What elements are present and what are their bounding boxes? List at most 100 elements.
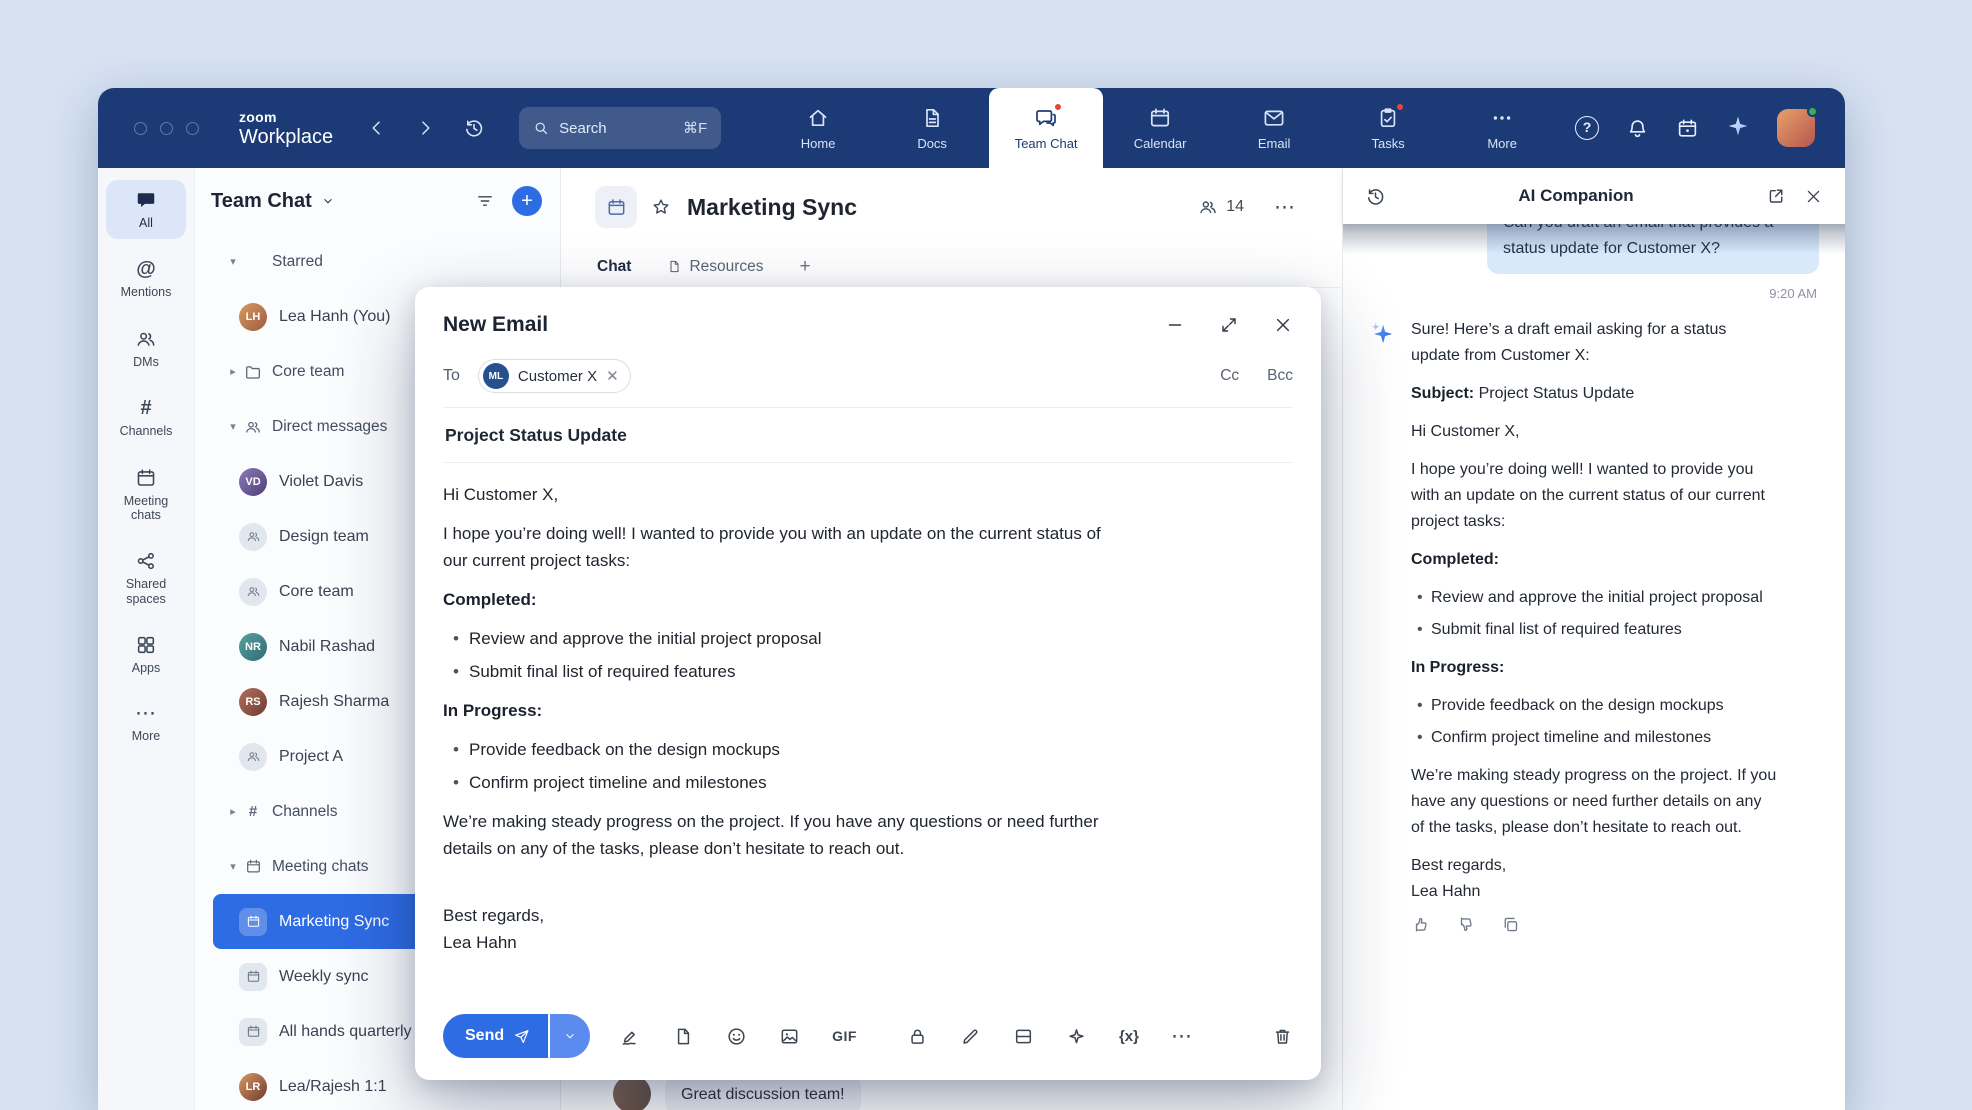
nav-label: Email	[1258, 136, 1291, 151]
traffic-light-close-button[interactable]	[134, 122, 147, 135]
gif-button[interactable]: GIF	[832, 1028, 857, 1044]
tab-docs[interactable]: Docs	[875, 88, 989, 168]
traffic-light-fullscreen-button[interactable]	[186, 122, 199, 135]
image-icon	[779, 1026, 800, 1047]
calendar-icon	[246, 969, 261, 984]
rail-item-meeting-chats[interactable]: Meeting chats	[106, 458, 186, 532]
rail-label: All	[139, 216, 153, 230]
tab-chat[interactable]: Chat	[597, 258, 631, 276]
back-button[interactable]	[367, 118, 387, 138]
page-title: Marketing Sync	[687, 194, 857, 221]
subject-input[interactable]: Project Status Update	[443, 408, 1293, 462]
close-button[interactable]	[1273, 315, 1293, 335]
email-signoff: Best regards,Lea Hahn	[443, 902, 1103, 956]
ai-companion-button[interactable]	[1726, 114, 1750, 143]
forward-button[interactable]	[415, 118, 435, 138]
tab-calendar[interactable]: Calendar	[1103, 88, 1217, 168]
recipient-chip[interactable]: ML Customer X ✕	[478, 359, 631, 393]
thumbs-up-icon	[1411, 915, 1430, 934]
group-avatar	[239, 578, 267, 606]
rail-item-mentions[interactable]: @ Mentions	[106, 249, 186, 308]
send-options-button[interactable]	[550, 1014, 590, 1058]
tab-email[interactable]: Email	[1217, 88, 1331, 168]
help-button[interactable]: ?	[1575, 116, 1599, 140]
chat-item-label: Rajesh Sharma	[279, 693, 389, 711]
ai-companion-panel: AI Companion Can you draft an email that…	[1342, 168, 1845, 1110]
response-in-progress-label: In Progress:	[1411, 655, 1779, 681]
user-prompt-bubble: Can you draft an email that provides a s…	[1487, 224, 1819, 274]
sidebar-title-dropdown[interactable]: Team Chat	[211, 190, 335, 213]
avatar: NR	[239, 633, 267, 661]
star-button[interactable]	[651, 197, 671, 217]
traffic-light-minimize-button[interactable]	[160, 122, 173, 135]
tab-more[interactable]: More	[1445, 88, 1559, 168]
tab-home[interactable]: Home	[761, 88, 875, 168]
encrypt-button[interactable]	[907, 1026, 928, 1047]
signature-button[interactable]	[620, 1026, 641, 1047]
copy-button[interactable]	[1501, 915, 1520, 934]
ellipsis-icon: ⋯	[135, 703, 157, 724]
discard-button[interactable]	[1272, 1026, 1293, 1047]
thumbs-up-button[interactable]	[1411, 915, 1430, 934]
rail-item-more[interactable]: ⋯ More	[106, 694, 186, 752]
calendar-icon	[245, 858, 262, 875]
close-panel-button[interactable]	[1804, 187, 1823, 206]
edit-button[interactable]	[960, 1026, 981, 1047]
remove-recipient-button[interactable]: ✕	[606, 367, 619, 385]
tab-add-button[interactable]: +	[800, 256, 811, 278]
new-chat-button[interactable]: +	[512, 186, 542, 216]
bullet-item: Review and approve the initial project p…	[451, 625, 1111, 652]
recipient-name: Customer X	[518, 368, 597, 385]
members-button[interactable]: 14	[1198, 197, 1244, 217]
send-button[interactable]: Send	[443, 1014, 548, 1058]
history-button[interactable]	[463, 117, 485, 139]
response-body-intro: I hope you’re doing well! I wanted to pr…	[1411, 457, 1779, 535]
calendar-date-button[interactable]	[1676, 117, 1699, 140]
emoji-button[interactable]	[726, 1026, 747, 1047]
expand-button[interactable]	[1219, 315, 1239, 335]
notifications-button[interactable]	[1626, 117, 1649, 140]
cc-button[interactable]: Cc	[1220, 367, 1239, 385]
trash-icon	[1272, 1026, 1293, 1047]
rail-item-shared-spaces[interactable]: Shared spaces	[106, 541, 186, 615]
more-tools-button[interactable]: ⋯	[1171, 1026, 1193, 1047]
people-icon	[135, 328, 157, 350]
notification-dot	[1395, 102, 1405, 112]
completed-list: Review and approve the initial project p…	[1415, 585, 1779, 643]
open-in-new-button[interactable]	[1766, 186, 1786, 206]
caret-down-icon: ▾	[223, 420, 243, 433]
bullet-item: Submit final list of required features	[1415, 617, 1779, 643]
image-button[interactable]	[779, 1026, 800, 1047]
ai-compose-button[interactable]	[1066, 1026, 1087, 1047]
email-body-editor[interactable]: Hi Customer X, I hope you’re doing well!…	[443, 463, 1293, 1000]
chat-item-label: Lea Hanh (You)	[279, 308, 391, 326]
tab-tasks[interactable]: Tasks	[1331, 88, 1445, 168]
chat-item-label: Design team	[279, 528, 369, 546]
group-avatar	[239, 743, 267, 771]
conversation-history-button[interactable]	[1365, 186, 1386, 207]
rail-item-all[interactable]: All	[106, 180, 186, 239]
filter-button[interactable]	[475, 191, 495, 211]
tab-team-chat[interactable]: Team Chat	[989, 88, 1103, 168]
group-label: Channels	[272, 803, 338, 821]
rail-item-dms[interactable]: DMs	[106, 319, 186, 378]
email-in-progress-label: In Progress:	[443, 697, 1103, 724]
meeting-tile-icon	[239, 1018, 267, 1046]
response-greeting: Hi Customer X,	[1411, 419, 1779, 445]
template-button[interactable]	[673, 1026, 694, 1047]
user-avatar[interactable]	[1777, 109, 1815, 147]
thumbs-down-button[interactable]	[1456, 915, 1475, 934]
people-icon	[246, 584, 261, 599]
more-options-button[interactable]: ⋯	[1274, 197, 1296, 218]
minimize-button[interactable]	[1165, 315, 1185, 335]
rail-item-apps[interactable]: Apps	[106, 625, 186, 684]
rail-item-channels[interactable]: # Channels	[106, 388, 186, 447]
bcc-button[interactable]: Bcc	[1267, 367, 1293, 385]
variables-button[interactable]: {x}	[1119, 1028, 1139, 1045]
tab-resources[interactable]: Resources	[667, 258, 763, 276]
group-label: Direct messages	[272, 418, 387, 436]
search-input[interactable]: Search ⌘F	[519, 107, 721, 149]
in-progress-list: Provide feedback on the design mockups C…	[1415, 693, 1779, 751]
layout-button[interactable]	[1013, 1026, 1034, 1047]
group-starred[interactable]: ▾ Starred	[211, 234, 554, 289]
